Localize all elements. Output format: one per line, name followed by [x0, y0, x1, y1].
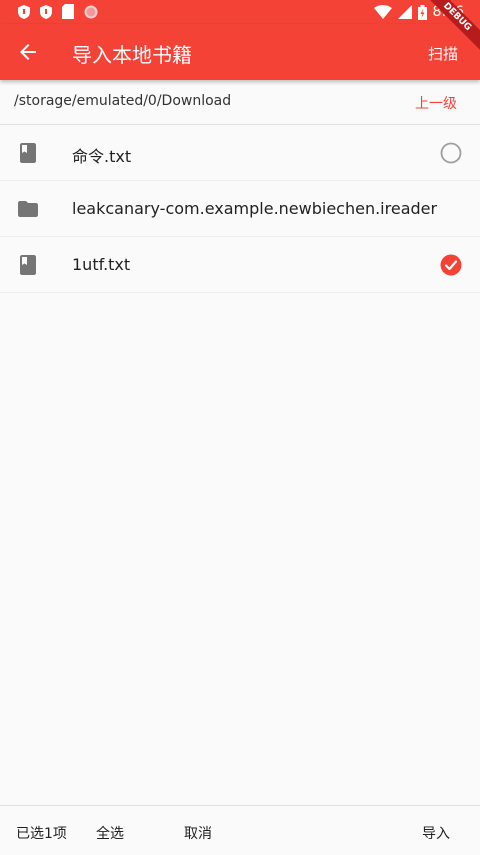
sd-card-icon [62, 4, 74, 19]
checked-circle-icon[interactable] [440, 254, 462, 276]
book-icon [20, 255, 36, 275]
list-item[interactable]: leakcanary-com.example.newbiechen.ireade… [0, 181, 480, 237]
book-icon [20, 143, 36, 163]
selected-count: 已选1项 [16, 826, 67, 842]
path-bar: /storage/emulated/0/Download 上一级 [0, 80, 480, 125]
scan-button[interactable]: 扫描 [428, 43, 458, 64]
page-title: 导入本地书籍 [72, 43, 192, 67]
current-path: /storage/emulated/0/Download [14, 93, 232, 109]
list-item[interactable]: 命令.txt [0, 125, 480, 181]
unchecked-circle-icon[interactable] [440, 142, 462, 164]
parent-directory-button[interactable]: 上一级 [415, 93, 457, 113]
list-item[interactable]: 1utf.txt [0, 237, 480, 293]
status-bar: 8:46 [0, 0, 480, 24]
shield-icon [40, 4, 52, 19]
arrow-back-icon [20, 44, 36, 60]
signal-icon [397, 5, 412, 19]
bottom-action-bar: 已选1项 全选 取消 导入 [0, 805, 480, 855]
shield-icon [18, 4, 30, 19]
back-button[interactable] [16, 40, 40, 64]
cancel-button[interactable]: 取消 [184, 823, 212, 843]
file-name: 命令.txt [72, 147, 132, 166]
file-name: 1utf.txt [72, 255, 131, 274]
file-list: 命令.txt leakcanary-com.example.newbiechen… [0, 125, 480, 293]
folder-name: leakcanary-com.example.newbiechen.ireade… [72, 199, 438, 218]
import-button[interactable]: 导入 [422, 823, 450, 843]
app-bar: 导入本地书籍 扫描 [0, 24, 480, 80]
battery-icon [417, 4, 427, 20]
folder-icon [18, 201, 38, 217]
status-bar-notifications [18, 4, 98, 19]
select-all-button[interactable]: 全选 [96, 823, 124, 843]
record-icon [84, 5, 98, 18]
wifi-icon [373, 5, 392, 19]
